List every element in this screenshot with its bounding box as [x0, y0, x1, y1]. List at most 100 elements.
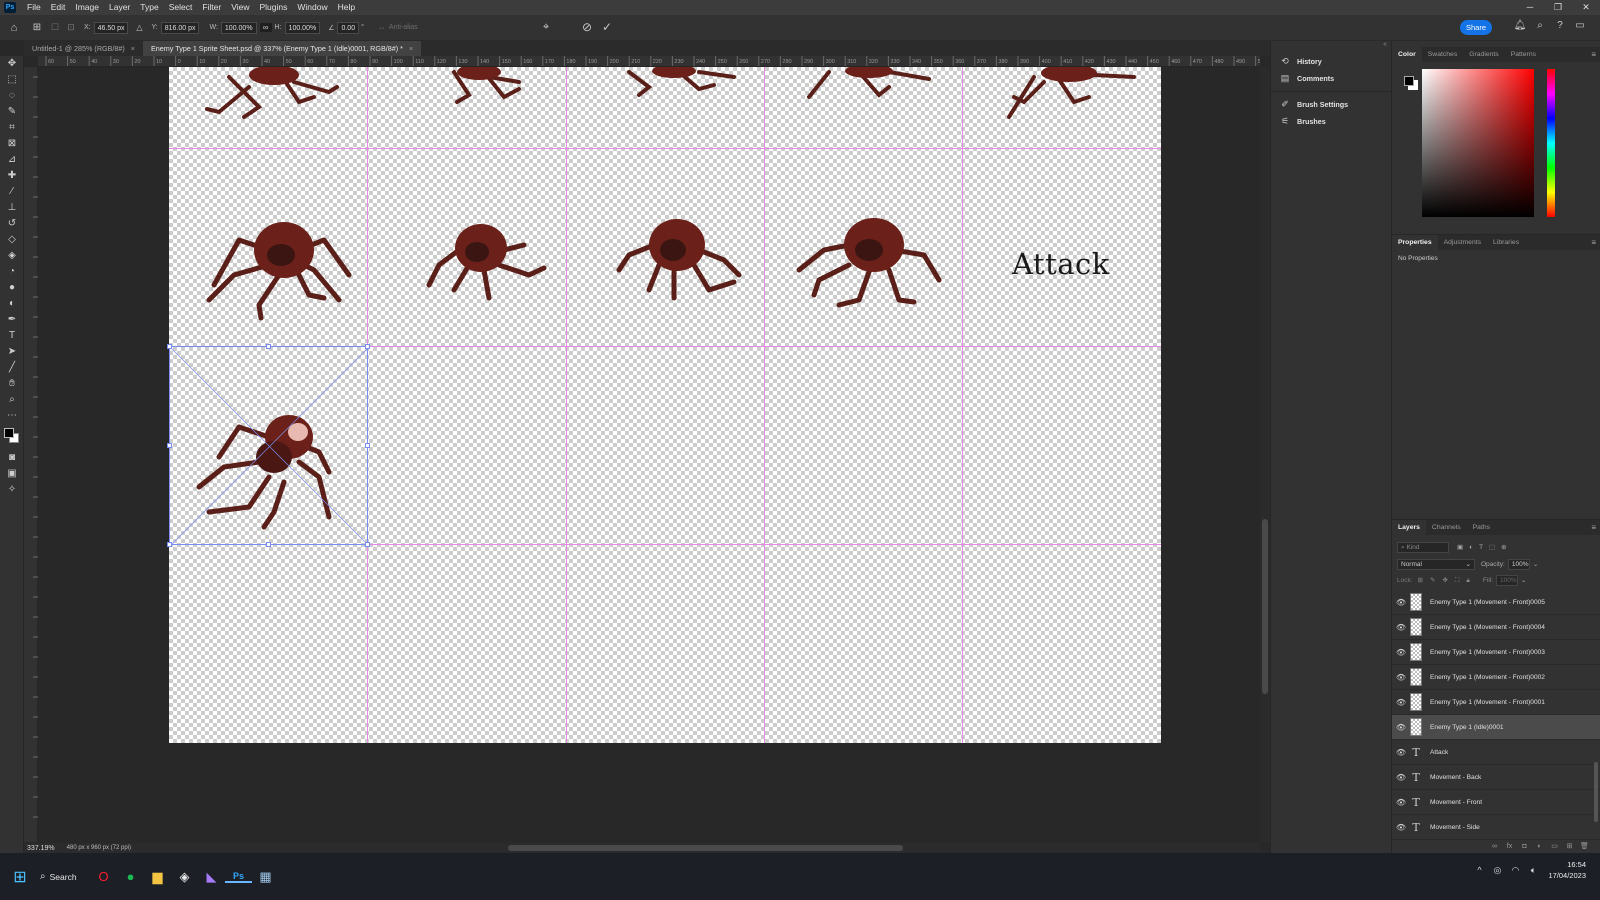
menu-window[interactable]: Window [292, 0, 332, 15]
transform-handle-bottom-right[interactable] [365, 542, 370, 547]
paint-bucket-tool-icon[interactable]: ◈ [0, 248, 24, 264]
layer-name[interactable]: Enemy Type 1 (Idle)0001 [1430, 724, 1504, 731]
pen-tool-icon[interactable]: ✒ [0, 312, 24, 328]
layer-row[interactable]: 👁︎ T Attack [1392, 740, 1600, 765]
line-tool-icon[interactable]: ╱ [0, 360, 24, 376]
layer-row[interactable]: 👁︎ Enemy Type 1 (Movement - Front)0002 [1392, 665, 1600, 690]
layer-row[interactable]: 👁︎ Enemy Type 1 (Idle)0001 [1392, 715, 1600, 740]
color-picker-field[interactable] [1422, 69, 1534, 217]
tab-properties[interactable]: Properties [1392, 235, 1438, 250]
transform-handle-left[interactable] [167, 443, 172, 448]
panel-menu-icon[interactable]: ≡ [1591, 520, 1596, 535]
visibility-eye-icon[interactable]: 👁︎ [1392, 773, 1410, 782]
canvas-workspace[interactable]: Attack [38, 67, 1260, 842]
quick-mask-icon[interactable]: ◙ [0, 450, 24, 466]
layer-name[interactable]: Movement - Front [1430, 799, 1482, 806]
transform-bounding-box[interactable] [167, 344, 370, 547]
chevron-down-icon[interactable]: ⌄ [1533, 560, 1538, 568]
help-icon[interactable]: ? [1550, 20, 1570, 31]
relative-position-icon[interactable]: △ [133, 23, 145, 32]
calculator-icon[interactable]: ▦ [252, 869, 279, 885]
clock[interactable]: 16:54 17/04/2023 [1548, 859, 1586, 881]
trash-icon[interactable]: 🗑︎ [1577, 842, 1592, 850]
panel-brush-settings[interactable]: ✐ Brush Settings [1271, 96, 1391, 113]
visibility-eye-icon[interactable]: 👁︎ [1392, 598, 1410, 607]
visibility-eye-icon[interactable]: 👁︎ [1392, 623, 1410, 632]
angle-field[interactable]: 0.00 [337, 21, 360, 34]
move-tool-icon[interactable]: ✥ [0, 56, 24, 72]
blend-mode-select[interactable]: Normal ⌄ [1397, 558, 1475, 570]
width-field[interactable]: 100.00% [220, 21, 257, 34]
vertical-scroll-thumb[interactable] [1262, 519, 1268, 694]
layer-row[interactable]: 👁︎ Enemy Type 1 (Movement - Front)0001 [1392, 690, 1600, 715]
panel-comments[interactable]: ▤ Comments [1271, 70, 1391, 87]
home-icon[interactable]: ⌂ [0, 22, 28, 34]
transform-handle-bottom[interactable] [266, 542, 271, 547]
link-layers-icon[interactable]: ∞ [1487, 843, 1502, 850]
type-tool-icon[interactable]: T [0, 328, 24, 344]
horizontal-scrollbar[interactable] [178, 843, 1260, 853]
adjustment-layer-icon[interactable]: ◐ [1532, 843, 1547, 850]
transform-handle-top-left[interactable] [167, 344, 172, 349]
zoom-level[interactable]: 337.19% [27, 845, 55, 852]
tab-layers[interactable]: Layers [1392, 520, 1426, 535]
visibility-eye-icon[interactable]: 👁︎ [1392, 673, 1410, 682]
guide-vertical[interactable] [764, 67, 765, 743]
new-layer-icon[interactable]: ⊞ [1562, 842, 1577, 850]
unity-icon[interactable]: ◈ [171, 869, 198, 885]
generative-fill-icon[interactable]: ✧ [0, 482, 24, 498]
clone-stamp-tool-icon[interactable]: ⊥ [0, 200, 24, 216]
more-tools-icon[interactable]: ⋯ [0, 408, 24, 424]
opacity-field[interactable]: 100% [1507, 558, 1530, 570]
layer-filter-input[interactable]: ⌕ Kind [1397, 541, 1449, 553]
frame-tool-icon[interactable]: ⊠ [0, 136, 24, 152]
bell-icon[interactable]: 🔔︎ [1510, 20, 1530, 31]
zoom-tool-icon[interactable]: ⌕ [0, 392, 24, 408]
visibility-eye-icon[interactable]: 👁︎ [1392, 798, 1410, 807]
windows-start-icon[interactable]: ⊞ [0, 867, 40, 887]
layers-scroll-thumb[interactable] [1594, 762, 1598, 822]
guide-horizontal[interactable] [169, 148, 1161, 149]
visual-studio-icon[interactable]: ◣ [198, 869, 225, 885]
tab-sprite-sheet[interactable]: Enemy Type 1 Sprite Sheet.psd @ 337% (En… [143, 41, 422, 56]
menu-type[interactable]: Type [135, 0, 163, 15]
foreground-color-swatch[interactable] [4, 428, 14, 438]
commit-transform-icon[interactable]: ✓ [602, 20, 612, 34]
file-explorer-icon[interactable]: ▆ [144, 869, 171, 885]
foreground-color-swatch[interactable] [1404, 76, 1414, 86]
link-icon[interactable]: ∞ [259, 23, 272, 32]
eraser-tool-icon[interactable]: ◇ [0, 232, 24, 248]
menu-help[interactable]: Help [333, 0, 360, 15]
menu-plugins[interactable]: Plugins [254, 0, 292, 15]
layer-name[interactable]: Enemy Type 1 (Movement - Front)0002 [1430, 674, 1545, 681]
group-icon[interactable]: ▭ [1547, 842, 1562, 850]
opera-icon[interactable]: O [90, 869, 117, 884]
panel-brushes[interactable]: ⚟ Brushes [1271, 113, 1391, 130]
visibility-eye-icon[interactable]: 👁︎ [1392, 648, 1410, 657]
history-brush-tool-icon[interactable]: ↺ [0, 216, 24, 232]
layer-name[interactable]: Movement - Side [1430, 824, 1480, 831]
visibility-eye-icon[interactable]: 👁︎ [1392, 748, 1410, 757]
restore-icon[interactable]: ❐ [1544, 0, 1572, 15]
visibility-eye-icon[interactable]: 👁︎ [1392, 723, 1410, 732]
panel-menu-icon[interactable]: ≡ [1591, 235, 1596, 250]
menu-view[interactable]: View [226, 0, 254, 15]
tab-untitled-1[interactable]: Untitled-1 @ 285% (RGB/8#) × [24, 41, 143, 56]
close-tab-icon[interactable]: × [409, 44, 413, 53]
menu-filter[interactable]: Filter [197, 0, 226, 15]
panel-menu-icon[interactable]: ≡ [1591, 47, 1596, 62]
move-tool-preset-icon[interactable]: ⊞ [28, 22, 46, 33]
vertical-scrollbar[interactable] [1260, 67, 1270, 842]
minimize-icon[interactable]: ─ [1516, 0, 1544, 15]
visibility-eye-icon[interactable]: 👁︎ [1392, 823, 1410, 832]
panel-history[interactable]: ⟲ History [1271, 53, 1391, 70]
tab-gradients[interactable]: Gradients [1463, 47, 1504, 62]
speaker-icon[interactable]: 🔈︎ [1524, 865, 1542, 876]
layer-name[interactable]: Enemy Type 1 (Movement - Front)0003 [1430, 649, 1545, 656]
x-position-field[interactable]: 46.50 px [93, 21, 129, 34]
dodge-tool-icon[interactable]: ● [0, 280, 24, 296]
tab-paths[interactable]: Paths [1467, 520, 1496, 535]
interpolation-icon[interactable]: ⇔ [378, 23, 386, 32]
healing-brush-tool-icon[interactable]: ✚ [0, 168, 24, 184]
transform-handle-top[interactable] [266, 344, 271, 349]
